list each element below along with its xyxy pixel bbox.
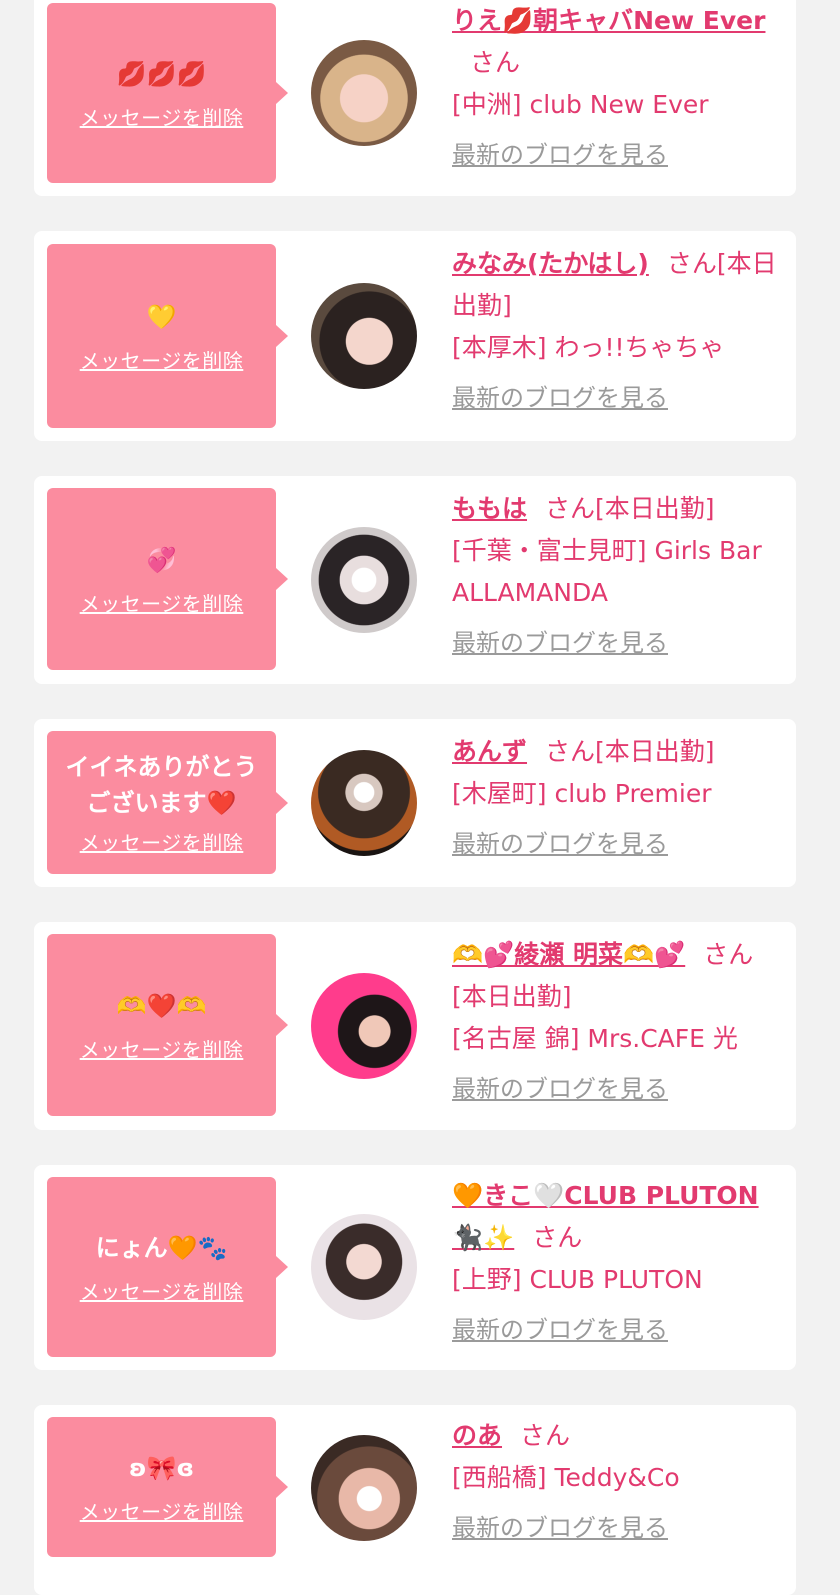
avatar[interactable] [311, 1214, 417, 1320]
delete-message-link[interactable]: メッセージを削除 [80, 1496, 244, 1525]
message-text: 💛 [146, 302, 177, 331]
message-text: 💞 [146, 545, 177, 574]
honorific: さん [666, 249, 717, 278]
message-bubble: 💞 メッセージを削除 [47, 488, 288, 670]
message-card: 🫶❤️🫶 メッセージを削除 🫶💕綾瀬 明菜🫶💕 さん [本日出勤] [名古屋 錦] … [34, 922, 796, 1130]
message-text: イイネありがとうございます❤️ [65, 753, 258, 817]
avatar[interactable] [311, 527, 417, 633]
message-text: 💋💋💋 [116, 59, 207, 88]
shop-label: [本厚木] わっ!!ちゃちゃ [452, 333, 725, 362]
shop-label: [中洲] club New Ever [452, 90, 709, 119]
profile-name-link[interactable]: みなみ(たかはし) [452, 249, 649, 278]
avatar[interactable] [311, 283, 417, 389]
avatar[interactable] [311, 750, 417, 856]
profile-info: りえ💋朝キャバNew Ever さん [中洲] club New Ever 最新の… [452, 0, 782, 176]
message-card: 💛 メッセージを削除 みなみ(たかはし) さん[本日出勤] [本厚木] わっ!!ち… [34, 231, 796, 441]
honorific: さん [703, 940, 754, 969]
profile-info: あんず さん[本日出勤] [木屋町] club Premier 最新のブログを見る [452, 731, 782, 865]
message-bubble: ʚ🎀ɞ メッセージを削除 [47, 1417, 288, 1557]
honorific: さん [532, 1223, 583, 1252]
shop-label: [名古屋 錦] Mrs.CAFE 光 [452, 1024, 738, 1053]
delete-message-link[interactable]: メッセージを削除 [80, 1034, 244, 1063]
honorific: さん [545, 737, 596, 766]
blog-link[interactable]: 最新のブログを見る [452, 823, 782, 865]
message-bubble: 🫶❤️🫶 メッセージを削除 [47, 934, 288, 1116]
profile-name-link[interactable]: りえ💋朝キャバNew Ever [452, 6, 765, 35]
profile-info: ももは さん[本日出勤] [千葉・富士見町] Girls Bar ALLAMAND… [452, 488, 782, 664]
honorific: さん [470, 48, 521, 77]
message-card: にょん🧡🐾 メッセージを削除 🧡きこ🤍CLUB PLUTON 🐈‍⬛✨ さん [上… [34, 1165, 796, 1370]
avatar[interactable] [311, 1435, 417, 1541]
profile-info: 🧡きこ🤍CLUB PLUTON 🐈‍⬛✨ さん [上野] CLUB PLUTON … [452, 1175, 782, 1351]
status-label: [本日出勤] [595, 737, 715, 766]
profile-name-link[interactable]: のあ [452, 1421, 502, 1450]
shop-label: [上野] CLUB PLUTON [452, 1265, 703, 1294]
blog-link[interactable]: 最新のブログを見る [452, 134, 782, 176]
shop-label: [木屋町] club Premier [452, 779, 712, 808]
blog-link[interactable]: 最新のブログを見る [452, 1507, 782, 1549]
shop-label: [西船橋] Teddy&Co [452, 1463, 680, 1492]
message-card: 💋💋💋 メッセージを削除 りえ💋朝キャバNew Ever さん [中洲] club… [34, 0, 796, 196]
message-card: ʚ🎀ɞ メッセージを削除 のあ さん [西船橋] Teddy&Co 最新のブログを… [34, 1405, 796, 1595]
avatar[interactable] [311, 973, 417, 1079]
message-text: 🫶❤️🫶 [116, 991, 207, 1020]
honorific: さん [545, 494, 596, 523]
blog-link[interactable]: 最新のブログを見る [452, 622, 782, 664]
honorific: さん [520, 1421, 571, 1450]
profile-name-link[interactable]: あんず [452, 737, 527, 766]
status-label: [本日出勤] [452, 982, 572, 1011]
profile-name-link[interactable]: 🧡きこ🤍CLUB PLUTON 🐈‍⬛✨ [452, 1181, 759, 1252]
message-bubble: 💋💋💋 メッセージを削除 [47, 3, 288, 183]
message-text: にょん🧡🐾 [95, 1233, 228, 1262]
delete-message-link[interactable]: メッセージを削除 [80, 345, 244, 374]
avatar[interactable] [311, 40, 417, 146]
delete-message-link[interactable]: メッセージを削除 [80, 1276, 244, 1305]
blog-link[interactable]: 最新のブログを見る [452, 377, 782, 419]
message-card: イイネありがとうございます❤️ メッセージを削除 あんず さん[本日出勤] [木屋… [34, 719, 796, 887]
message-bubble: イイネありがとうございます❤️ メッセージを削除 [47, 731, 288, 874]
delete-message-link[interactable]: メッセージを削除 [80, 588, 244, 617]
message-text: ʚ🎀ɞ [129, 1453, 194, 1482]
blog-link[interactable]: 最新のブログを見る [452, 1068, 782, 1110]
delete-message-link[interactable]: メッセージを削除 [80, 827, 244, 856]
status-label: [本日出勤] [595, 494, 715, 523]
profile-info: のあ さん [西船橋] Teddy&Co 最新のブログを見る [452, 1415, 782, 1549]
profile-info: みなみ(たかはし) さん[本日出勤] [本厚木] わっ!!ちゃちゃ 最新のブログを… [452, 243, 782, 419]
profile-name-link[interactable]: 🫶💕綾瀬 明菜🫶💕 [452, 940, 685, 969]
message-bubble: 💛 メッセージを削除 [47, 244, 288, 428]
message-card: 💞 メッセージを削除 ももは さん[本日出勤] [千葉・富士見町] Girls B… [34, 476, 796, 684]
shop-label: [千葉・富士見町] Girls Bar ALLAMANDA [452, 536, 762, 607]
message-bubble: にょん🧡🐾 メッセージを削除 [47, 1177, 288, 1357]
profile-name-link[interactable]: ももは [452, 494, 527, 523]
delete-message-link[interactable]: メッセージを削除 [80, 102, 244, 131]
profile-info: 🫶💕綾瀬 明菜🫶💕 さん [本日出勤] [名古屋 錦] Mrs.CAFE 光 最新の… [452, 934, 782, 1110]
blog-link[interactable]: 最新のブログを見る [452, 1309, 782, 1351]
